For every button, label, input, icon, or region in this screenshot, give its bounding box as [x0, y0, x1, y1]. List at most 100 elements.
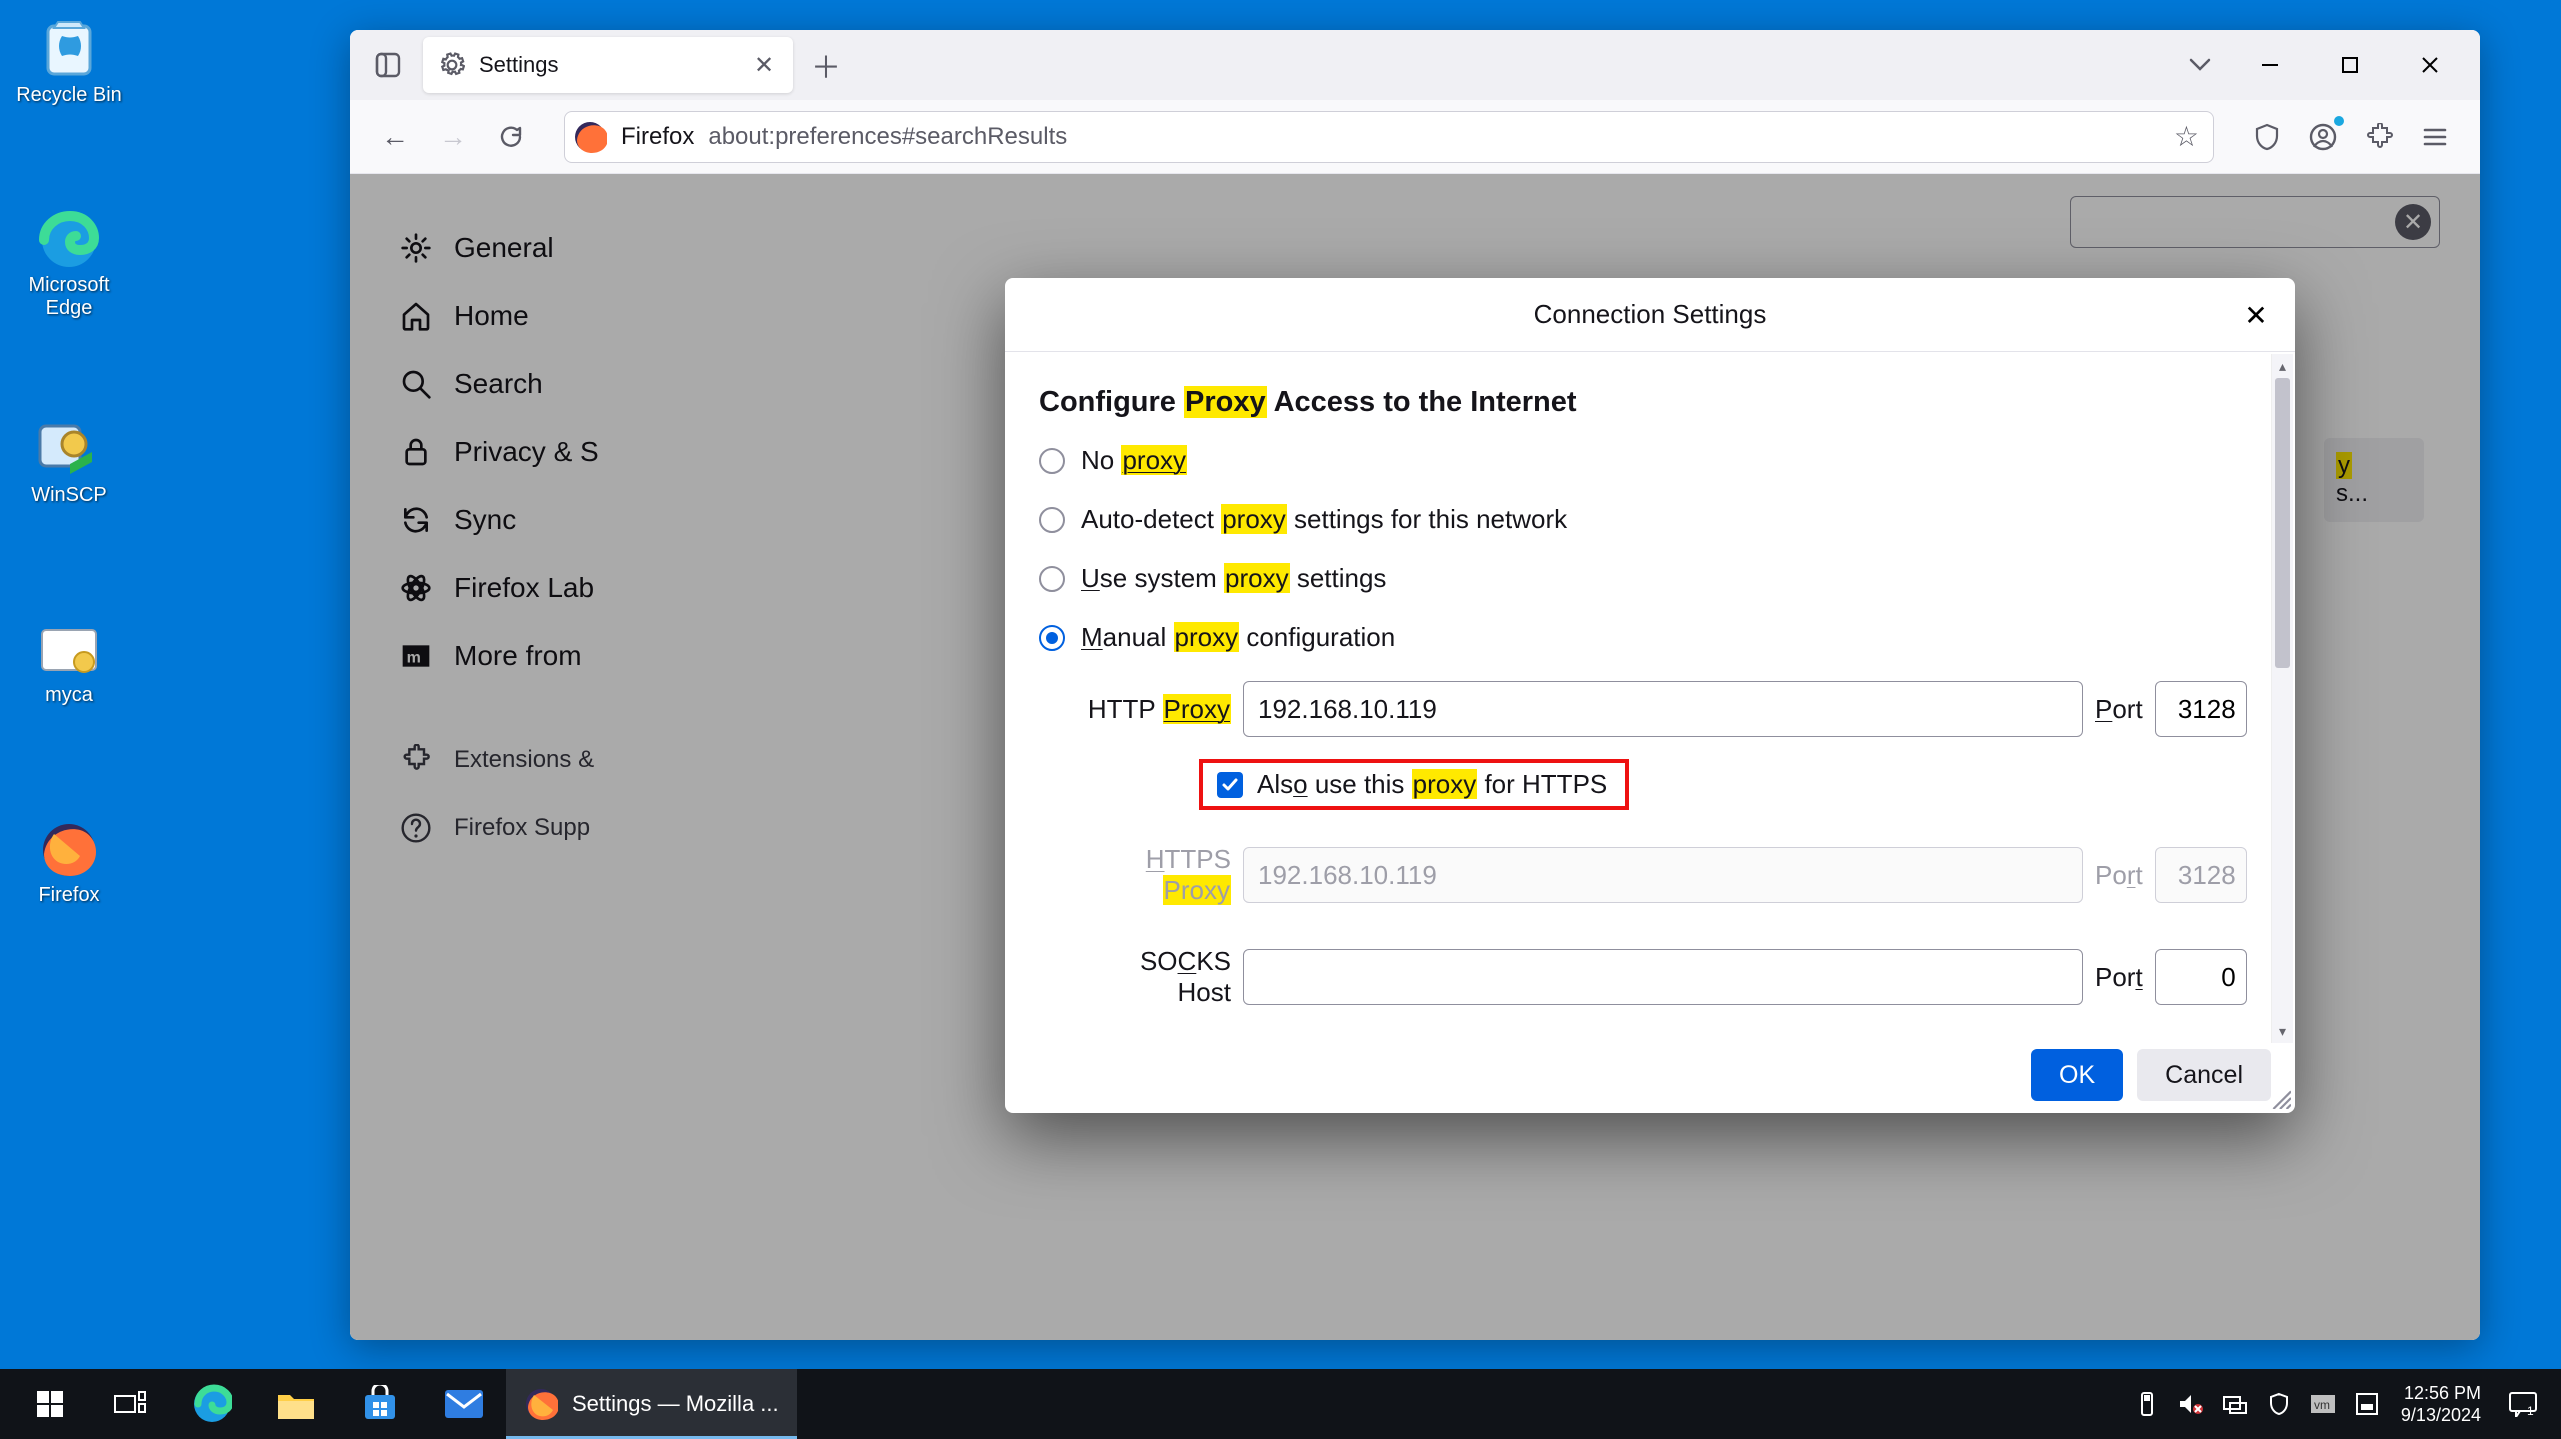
- url-brand: Firefox: [621, 123, 694, 151]
- tray-vm-icon[interactable]: vm: [2303, 1369, 2343, 1439]
- spaces-icon: [374, 51, 402, 79]
- folder-icon: [276, 1387, 316, 1421]
- list-all-tabs[interactable]: [2170, 58, 2230, 72]
- window-close[interactable]: [2390, 40, 2470, 90]
- spaces-button[interactable]: [360, 38, 415, 93]
- notification-center[interactable]: 1: [2495, 1391, 2551, 1417]
- start-button[interactable]: [10, 1369, 90, 1439]
- firefox-icon: [524, 1387, 558, 1421]
- tray-ime-icon[interactable]: [2347, 1369, 2387, 1439]
- socks-host-input[interactable]: [1243, 949, 2083, 1005]
- gear-icon: [439, 52, 465, 78]
- reload-button[interactable]: [486, 112, 536, 162]
- site-identity-icon[interactable]: [573, 120, 607, 154]
- http-proxy-row: HTTP Proxy Port: [1081, 681, 2251, 737]
- tray-usb-icon[interactable]: [2127, 1369, 2167, 1439]
- task-view[interactable]: [90, 1369, 170, 1439]
- taskbar-active-label: Settings — Mozilla ...: [572, 1391, 779, 1417]
- system-tray: vm 12:56 PM 9/13/2024 1: [2127, 1369, 2551, 1439]
- resize-grip-icon[interactable]: [2269, 1087, 2291, 1109]
- option-auto-detect[interactable]: Auto-detect proxy settings for this netw…: [1039, 504, 2251, 535]
- mail-icon: [443, 1388, 485, 1420]
- recycle-bin-icon: [34, 20, 104, 80]
- http-proxy-label: HTTP Proxy: [1081, 694, 1231, 725]
- tray-volume-icon[interactable]: [2171, 1369, 2211, 1439]
- tray-network-icon[interactable]: [2215, 1369, 2255, 1439]
- label: myca: [4, 684, 134, 707]
- socks-host-row: SOCKS Host Port: [1081, 946, 2251, 1008]
- option-no-proxy[interactable]: No proxy: [1039, 445, 2251, 476]
- url-bar[interactable]: Firefox about:preferences#searchResults …: [564, 111, 2214, 163]
- window-controls: [2230, 40, 2470, 90]
- url-text: about:preferences#searchResults: [708, 123, 1067, 151]
- forward-button[interactable]: →: [428, 112, 478, 162]
- taskbar-mail[interactable]: [422, 1369, 506, 1439]
- https-proxy-input: [1243, 847, 2083, 903]
- label: Microsoft Edge: [4, 274, 134, 320]
- desktop-icon-myca[interactable]: myca: [4, 620, 134, 707]
- desktop-icon-firefox[interactable]: Firefox: [4, 820, 134, 907]
- taskbar: Settings — Mozilla ... vm 12:56 PM 9/13/…: [0, 1369, 2561, 1439]
- scroll-up-icon[interactable]: ▴: [2272, 354, 2293, 378]
- taskbar-edge[interactable]: [170, 1369, 254, 1439]
- connection-settings-dialog: Connection Settings ✕ Configure Proxy Ac…: [1005, 278, 2295, 1113]
- new-tab-button[interactable]: ＋: [803, 42, 849, 88]
- tab-close[interactable]: ✕: [751, 52, 777, 78]
- label: Recycle Bin: [4, 84, 134, 107]
- chevron-down-icon: [2189, 58, 2211, 72]
- window-maximize[interactable]: [2310, 40, 2390, 90]
- taskbar-clock[interactable]: 12:56 PM 9/13/2024: [2391, 1382, 2491, 1426]
- scroll-down-icon[interactable]: ▾: [2272, 1019, 2293, 1043]
- navigation-toolbar: ← → Firefox about:preferences#searchResu…: [350, 100, 2480, 174]
- shield-icon[interactable]: [2242, 112, 2292, 162]
- scroll-thumb[interactable]: [2275, 378, 2290, 668]
- dialog-close[interactable]: ✕: [2233, 292, 2279, 338]
- also-use-https-checkbox[interactable]: Also use this proxy for HTTPS: [1199, 759, 1629, 810]
- taskview-icon: [113, 1390, 147, 1418]
- app-menu[interactable]: [2410, 112, 2460, 162]
- taskbar-active-firefox[interactable]: Settings — Mozilla ...: [506, 1369, 797, 1439]
- socks-host-label: SOCKS Host: [1081, 946, 1231, 1008]
- tab-label: Settings: [479, 52, 737, 78]
- store-icon: [361, 1385, 399, 1423]
- firefox-window: Settings ✕ ＋ ← → Firefox about:preferenc…: [350, 30, 2480, 1340]
- option-manual-proxy[interactable]: Manual proxy configuration: [1039, 622, 2251, 653]
- radio-icon: [1039, 566, 1065, 592]
- checkbox-checked-icon: [1217, 772, 1243, 798]
- svg-text:1: 1: [2527, 1404, 2534, 1417]
- https-port-input: [2155, 847, 2247, 903]
- account-icon[interactable]: [2298, 112, 2348, 162]
- desktop-icon-recycle-bin[interactable]: Recycle Bin: [4, 20, 134, 107]
- taskbar-explorer[interactable]: [254, 1369, 338, 1439]
- dialog-body: Configure Proxy Access to the Internet N…: [1005, 352, 2295, 1037]
- radio-icon-selected: [1039, 625, 1065, 651]
- dialog-title: Connection Settings: [1534, 299, 1767, 330]
- taskbar-store[interactable]: [338, 1369, 422, 1439]
- ok-button[interactable]: OK: [2031, 1049, 2123, 1101]
- tray-security-icon[interactable]: [2259, 1369, 2299, 1439]
- option-system-proxy[interactable]: Use system proxy settings: [1039, 563, 2251, 594]
- toolbar-end: [2242, 112, 2460, 162]
- extensions-icon[interactable]: [2354, 112, 2404, 162]
- socks-port-input[interactable]: [2155, 949, 2247, 1005]
- label: Firefox: [4, 884, 134, 907]
- dialog-scrollbar[interactable]: ▴ ▾: [2271, 354, 2293, 1043]
- back-button[interactable]: ←: [370, 112, 420, 162]
- proxy-heading: Configure Proxy Access to the Internet: [1039, 386, 2251, 419]
- tab-settings[interactable]: Settings ✕: [423, 37, 793, 93]
- winscp-icon: [34, 420, 104, 480]
- cancel-button[interactable]: Cancel: [2137, 1049, 2271, 1101]
- certificate-icon: [34, 620, 104, 680]
- dialog-header: Connection Settings ✕: [1005, 278, 2295, 352]
- desktop-icon-edge[interactable]: Microsoft Edge: [4, 210, 134, 320]
- dialog-footer: OK Cancel: [1005, 1037, 2295, 1113]
- radio-icon: [1039, 507, 1065, 533]
- desktop-icon-winscp[interactable]: WinSCP: [4, 420, 134, 507]
- edge-icon: [192, 1384, 232, 1424]
- label: WinSCP: [4, 484, 134, 507]
- http-port-input[interactable]: [2155, 681, 2247, 737]
- bookmark-star[interactable]: ☆: [2174, 120, 2199, 153]
- http-proxy-input[interactable]: [1243, 681, 2083, 737]
- window-minimize[interactable]: [2230, 40, 2310, 90]
- reload-icon: [498, 124, 524, 150]
